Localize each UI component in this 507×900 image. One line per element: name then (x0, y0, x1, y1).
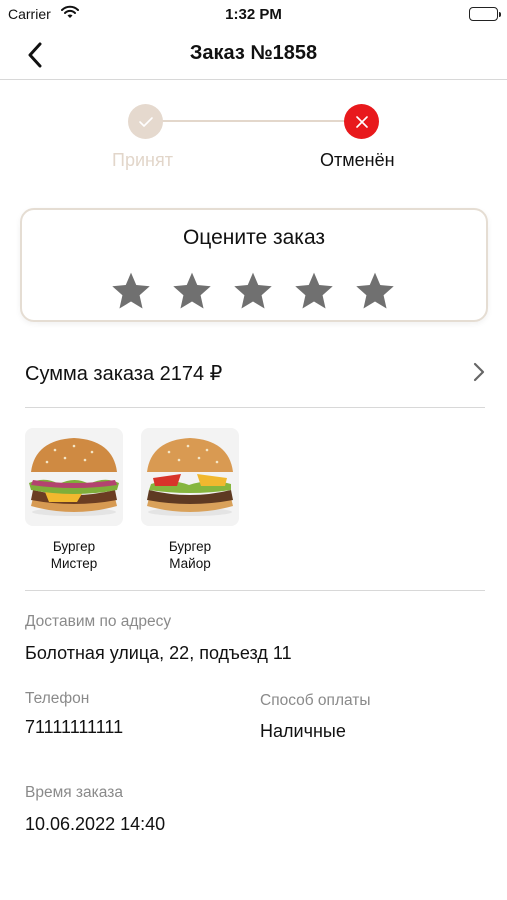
step-accepted-label: Принят (112, 150, 173, 170)
check-icon (138, 116, 153, 127)
close-icon (355, 115, 368, 128)
payment-method-label: Способ оплаты (260, 692, 371, 709)
rating-stars (110, 270, 396, 312)
step-accepted-indicator (128, 104, 163, 139)
chevron-right-icon (473, 362, 485, 382)
step-cancelled-indicator (344, 104, 379, 139)
page-title: Заказ №1858 (189, 42, 318, 64)
item-name: Бургер Мистер (50, 539, 98, 571)
rate-order-card: Оцените заказ (20, 208, 488, 322)
order-time-label: Время заказа (25, 784, 123, 801)
order-items-list: Бургер Мистер Бургер Майор (25, 428, 485, 588)
order-time-value: 10.06.2022 14:40 (25, 814, 166, 834)
burger-image (25, 428, 123, 526)
phone-value: 71111111111 (25, 717, 124, 737)
phone-label: Телефон (25, 690, 90, 707)
order-item[interactable]: Бургер Майор (141, 428, 239, 588)
nav-bar: Заказ №1858 (0, 30, 507, 80)
battery-icon (469, 7, 501, 21)
delivery-address-value: Болотная улица, 22, подъезд 11 (25, 643, 292, 663)
step-connector (146, 120, 362, 122)
order-status-stepper: Принят Отменён (0, 103, 507, 173)
star-icon-4[interactable] (293, 270, 335, 312)
step-cancelled-label: Отменён (320, 150, 395, 170)
order-item[interactable]: Бургер Мистер (25, 428, 123, 588)
burger-image (141, 428, 239, 526)
clock: 1:32 PM (225, 6, 282, 23)
delivery-address-label: Доставим по адресу (25, 613, 172, 630)
star-icon-3[interactable] (232, 270, 274, 312)
item-name: Бургер Майор (168, 539, 212, 571)
star-icon-1[interactable] (110, 270, 152, 312)
divider (25, 590, 485, 591)
payment-method-value: Наличные (260, 721, 346, 741)
order-sum-label: Сумма заказа 2174 ₽ (25, 363, 223, 385)
rate-order-title: Оцените заказ (182, 226, 326, 249)
order-sum-row[interactable]: Сумма заказа 2174 ₽ (25, 348, 485, 408)
star-icon-2[interactable] (171, 270, 213, 312)
status-bar: Carrier 1:32 PM (0, 0, 507, 30)
star-icon-5[interactable] (354, 270, 396, 312)
